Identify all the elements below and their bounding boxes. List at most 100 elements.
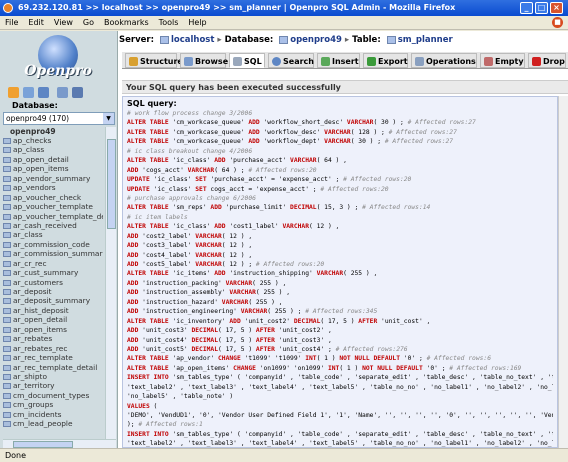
server-label: Server:	[119, 35, 154, 45]
tree-database[interactable]: openpro49	[3, 127, 103, 136]
query-lines: # work flow process change 3/2006 ALTER T…	[127, 109, 553, 448]
tab-drop[interactable]: Drop	[528, 53, 566, 68]
menu-go[interactable]: Go	[78, 16, 99, 27]
table-link[interactable]: sm_planner	[398, 35, 453, 45]
tree-table-item[interactable]: ar_rec_template_detail	[3, 363, 103, 372]
tree-table-item[interactable]: ar_deposit_summary	[3, 296, 103, 305]
tree-table-label: ar_territory	[13, 381, 55, 391]
help-icon[interactable]	[72, 87, 83, 98]
tree-table-item[interactable]: ap_class	[3, 145, 103, 154]
tree-table-item[interactable]: ar_open_items	[3, 325, 103, 334]
tree-table-item[interactable]: ar_territory	[3, 381, 103, 390]
left-toolbar	[8, 87, 108, 99]
tree-horizontal-scrollbar[interactable]	[3, 439, 116, 448]
tab-browse[interactable]: Browse	[180, 53, 228, 68]
query-code-line: ALTER TABLE 'ic_class' ADD 'cost1_label'…	[127, 223, 340, 231]
tree-table-item[interactable]: ap_checks	[3, 136, 103, 145]
tree-table-item[interactable]: ap_voucher_template_det	[3, 212, 103, 221]
tree-table-item[interactable]: cm_groups	[3, 400, 103, 409]
tab-structure[interactable]: Structure	[125, 53, 183, 68]
scroll-thumb[interactable]	[13, 441, 73, 448]
server-link[interactable]: localhost	[171, 35, 214, 45]
table-icon	[3, 156, 11, 163]
tree-table-item[interactable]: cm_incidents	[3, 410, 103, 419]
menu-bookmarks[interactable]: Bookmarks	[99, 16, 154, 27]
tree-table-label: ar_commission_summary	[13, 249, 103, 259]
tab-operations[interactable]: Operations	[411, 53, 477, 68]
tree-table-item[interactable]: ap_voucher_template	[3, 202, 103, 211]
tree-table-item[interactable]: cm_lead_people	[3, 419, 103, 428]
tree-table-item[interactable]: ar_class	[3, 230, 103, 239]
table-icon	[3, 421, 11, 428]
menu-tools[interactable]: Tools	[154, 16, 184, 27]
table-icon	[3, 307, 11, 314]
tree-table-item[interactable]: ar_rebates	[3, 334, 103, 343]
tree-table-item[interactable]: ar_rebates_rec	[3, 344, 103, 353]
tree-table-item[interactable]: ar_hist_deposit	[3, 306, 103, 315]
query-window-icon[interactable]	[23, 87, 34, 98]
query-code-line: ALTER TABLE 'cm_workcase_queue' ADD 'wor…	[127, 128, 457, 136]
status-text: Done	[5, 451, 27, 460]
scroll-thumb[interactable]	[107, 139, 116, 229]
tree-table-item[interactable]: ap_open_items	[3, 164, 103, 173]
database-select[interactable]: openpro49 (170) ▼	[3, 112, 115, 125]
tab-search[interactable]: Search	[268, 53, 314, 68]
table-list: ap_checks ap_class ap_open_detail ap_open_i…	[3, 136, 103, 429]
docs-icon[interactable]	[57, 87, 68, 98]
tab-empty[interactable]: Empty	[480, 53, 525, 68]
tab-export[interactable]: Export	[363, 53, 408, 68]
close-button[interactable]: ×	[550, 2, 563, 14]
menu-file[interactable]: File	[0, 16, 23, 27]
tab-sql[interactable]: SQL	[229, 53, 265, 68]
chevron-down-icon[interactable]: ▼	[103, 113, 114, 124]
table-icon	[3, 392, 11, 399]
tree-table-label: ar_open_detail	[13, 315, 68, 325]
tree-table-item[interactable]: ap_vendors	[3, 183, 103, 192]
db-link[interactable]: openpro49	[290, 35, 342, 45]
maximize-button[interactable]: □	[535, 2, 548, 14]
tree-table-label: ar_deposit	[13, 287, 52, 296]
query-code-line: ALTER TABLE 'ap_open_items' CHANGE 'on10…	[127, 364, 522, 372]
database-selected: openpro49 (170)	[6, 114, 70, 123]
minimize-button[interactable]: _	[520, 2, 533, 14]
openpro-logo[interactable]: Openpro	[10, 35, 106, 83]
menu-help[interactable]: Help	[183, 16, 211, 27]
tree-table-item[interactable]: cm_document_types	[3, 391, 103, 400]
query-scrollbar[interactable]	[558, 96, 568, 448]
sql-icon[interactable]	[38, 87, 49, 98]
tree-table-item[interactable]: ap_voucher_check	[3, 193, 103, 202]
tree-table-item[interactable]: ap_open_detail	[3, 155, 103, 164]
menu-edit[interactable]: Edit	[23, 16, 49, 27]
query-code-line: ALTER TABLE 'ic_inventory' ADD 'unit_cos…	[127, 317, 431, 325]
tree-table-item[interactable]: ar_shipto	[3, 372, 103, 381]
tree-table-label: ar_cash_received	[13, 220, 77, 230]
tree-table-label: ar_open_items	[13, 324, 67, 334]
tree-table-item[interactable]: ar_cash_received	[3, 221, 103, 230]
query-code-line: VALUES (	[127, 402, 158, 410]
tree-vertical-scrollbar[interactable]	[105, 127, 116, 439]
tab-insert[interactable]: Insert	[317, 53, 360, 68]
tree-table-label: ap_voucher_check	[13, 192, 82, 202]
table-icon	[3, 222, 11, 229]
breadcrumb-sep-icon: ▸	[217, 35, 225, 45]
tree-table-item[interactable]: ar_rec_template	[3, 353, 103, 362]
home-icon[interactable]	[8, 87, 19, 98]
tree-table-item[interactable]: ar_cust_summary	[3, 268, 103, 277]
query-code-line: UPDATE 'ic_class' SET cogs_acct = 'expen…	[127, 185, 389, 193]
tree-table-item[interactable]: ar_cr_rec	[3, 259, 103, 268]
table-label: Table:	[352, 35, 381, 45]
tree-table-item[interactable]: ap_vendor_summary	[3, 174, 103, 183]
db-label: Database:	[224, 35, 274, 45]
table-icon	[3, 241, 11, 248]
query-code-line: 'text_label2' , 'text_label3' , 'text_la…	[127, 440, 553, 448]
tree-table-item[interactable]: ar_commission_summary	[3, 249, 103, 258]
tree-table-item[interactable]: ar_deposit	[3, 287, 103, 296]
tree-table-item[interactable]: ar_commission_code	[3, 240, 103, 249]
stop-icon[interactable]: ■	[552, 17, 563, 28]
tree-table-item[interactable]: ar_open_detail	[3, 315, 103, 324]
page-content: Openpro Database: openpro49 (170) ▼ open…	[0, 31, 568, 448]
query-code-line: ADD 'cost3_label' VARCHAR( 12 ) ,	[127, 242, 253, 250]
tree-table-item[interactable]: ar_customers	[3, 278, 103, 287]
tab-label: SQL	[244, 57, 262, 66]
menu-view[interactable]: View	[49, 16, 78, 27]
